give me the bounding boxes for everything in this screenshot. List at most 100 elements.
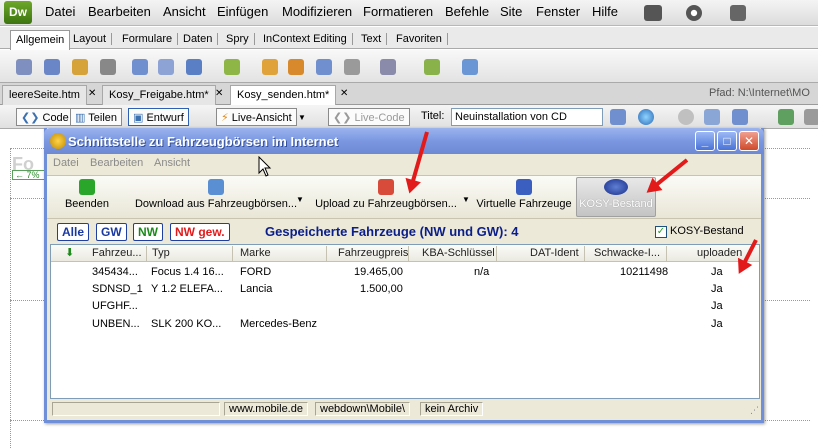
cell-typ[interactable]: Y 1.2 ELEFA... <box>151 283 223 295</box>
arrow-down-icon[interactable]: ⬇ <box>65 246 74 259</box>
cell-marke[interactable]: Lancia <box>240 283 272 295</box>
tab-allgemein[interactable]: Allgemein <box>10 30 71 50</box>
cell-preis[interactable]: 19.465,00 <box>354 266 403 278</box>
tab-daten[interactable]: Daten <box>178 33 219 45</box>
cell-kba[interactable]: n/a <box>474 266 489 278</box>
upload-button[interactable]: Upload zu Fahrzeugbörsen... <box>310 179 462 217</box>
refresh-icon[interactable] <box>678 109 694 125</box>
maximize-button[interactable]: □ <box>717 131 737 151</box>
tab-incontext-editing[interactable]: InContext Editing <box>258 33 353 45</box>
close-button[interactable]: ✕ <box>739 131 759 151</box>
globe-icon[interactable] <box>638 109 654 125</box>
chevron-down-icon[interactable]: ▼ <box>296 195 304 204</box>
tab-kosy-freigabe[interactable]: Kosy_Freigabe.htm* <box>102 85 216 105</box>
col-fahrzeugpreis[interactable]: Fahrzeugpreis <box>338 247 408 259</box>
col-fahrzeug[interactable]: Fahrzeu... <box>92 247 142 259</box>
download-button[interactable]: Download aus Fahrzeugbörsen... <box>126 179 306 217</box>
beenden-button[interactable]: Beenden <box>60 179 114 217</box>
tab-layout[interactable]: Layout <box>68 33 113 45</box>
menu-fenster[interactable]: Fenster <box>536 4 580 19</box>
cell-typ[interactable]: SLK 200 KO... <box>151 318 221 330</box>
tab-spry[interactable]: Spry <box>221 33 255 45</box>
cell-uploaden[interactable]: Ja <box>711 283 723 295</box>
split-view-button[interactable]: ▥ Teilen <box>70 108 123 126</box>
design-view-button[interactable]: ▣ Entwurf <box>128 108 189 126</box>
menu-ansicht[interactable]: Ansicht <box>163 4 206 19</box>
cell-marke[interactable]: FORD <box>240 266 271 278</box>
browser-compat-icon[interactable] <box>804 109 818 125</box>
dialog-menu-ansicht[interactable]: Ansicht <box>154 157 190 169</box>
dialog-menu-datei[interactable]: Datei <box>53 157 79 169</box>
cell-fahrzeug[interactable]: 345434... <box>92 266 138 278</box>
close-icon[interactable]: ✕ <box>215 88 223 99</box>
filter-alle-button[interactable]: Alle <box>57 223 90 241</box>
resize-grip-icon[interactable]: ⋰ <box>750 405 759 416</box>
file-management-icon[interactable] <box>610 109 626 125</box>
div-tag-icon[interactable] <box>158 59 174 75</box>
col-schwacke[interactable]: Schwacke-I... <box>594 247 660 259</box>
close-icon[interactable]: ✕ <box>340 88 348 99</box>
horizontal-rule-icon[interactable] <box>100 59 116 75</box>
validate-icon[interactable] <box>778 109 794 125</box>
head-icon[interactable] <box>344 59 360 75</box>
hyperlink-icon[interactable] <box>16 59 32 75</box>
title-input[interactable]: Neuinstallation von CD <box>451 108 603 126</box>
cell-typ[interactable]: Focus 1.4 16... <box>151 266 224 278</box>
kosy-bestand-checkbox[interactable]: ✓ <box>655 226 667 238</box>
cell-fahrzeug[interactable]: UFGHF... <box>92 300 138 312</box>
tag-chooser-icon[interactable] <box>462 59 478 75</box>
comment-icon[interactable] <box>316 59 332 75</box>
date-icon[interactable] <box>262 59 278 75</box>
close-icon[interactable]: ✕ <box>88 88 96 99</box>
code-view-button[interactable]: ❮❯ Code <box>16 108 74 126</box>
email-link-icon[interactable] <box>44 59 60 75</box>
server-include-icon[interactable] <box>288 59 304 75</box>
templates-icon[interactable] <box>424 59 440 75</box>
cell-uploaden[interactable]: Ja <box>711 318 723 330</box>
image-icon[interactable] <box>186 59 202 75</box>
live-code-button[interactable]: ❮❯ Live-Code <box>328 108 410 126</box>
cell-schwacke[interactable]: 10211498 <box>620 266 668 278</box>
filter-nw-gew-button[interactable]: NW gew. <box>170 223 230 241</box>
col-marke[interactable]: Marke <box>240 247 271 259</box>
named-anchor-icon[interactable] <box>72 59 88 75</box>
cell-fahrzeug[interactable]: UNBEN... <box>92 318 140 330</box>
col-typ[interactable]: Typ <box>152 247 170 259</box>
tab-leere-seite[interactable]: leereSeite.htm <box>2 85 87 105</box>
cell-uploaden[interactable]: Ja <box>711 266 723 278</box>
gear-icon[interactable] <box>686 5 702 21</box>
tab-favoriten[interactable]: Favoriten <box>391 33 448 45</box>
col-uploaden[interactable]: uploaden <box>697 247 742 259</box>
media-icon[interactable] <box>224 59 240 75</box>
live-view-button[interactable]: ⚡ Live-Ansicht <box>216 108 297 126</box>
menu-einfuegen[interactable]: Einfügen <box>217 4 268 19</box>
minimize-button[interactable]: _ <box>695 131 715 151</box>
col-kba-schluessel[interactable]: KBA-Schlüssel <box>422 247 495 259</box>
chevron-down-icon[interactable]: ▼ <box>462 195 470 204</box>
visual-aids-icon[interactable] <box>732 109 748 125</box>
menu-formatieren[interactable]: Formatieren <box>363 4 433 19</box>
tab-formulare[interactable]: Formulare <box>117 33 179 45</box>
menu-modifizieren[interactable]: Modifizieren <box>282 4 352 19</box>
menu-site[interactable]: Site <box>500 4 522 19</box>
script-icon[interactable] <box>380 59 396 75</box>
filter-nw-button[interactable]: NW <box>133 223 163 241</box>
dialog-menu-bearbeiten[interactable]: Bearbeiten <box>90 157 143 169</box>
menu-bearbeiten[interactable]: Bearbeiten <box>88 4 151 19</box>
cell-preis[interactable]: 1.500,00 <box>360 283 403 295</box>
menu-befehle[interactable]: Befehle <box>445 4 489 19</box>
site-manager-icon[interactable] <box>730 5 746 21</box>
chevron-down-icon[interactable]: ▼ <box>298 113 306 122</box>
cell-marke[interactable]: Mercedes-Benz <box>240 318 317 330</box>
col-dat-ident[interactable]: DAT-Ident <box>530 247 579 259</box>
virtuelle-fahrzeuge-button[interactable]: Virtuelle Fahrzeuge <box>476 179 572 217</box>
menu-datei[interactable]: Datei <box>45 4 75 19</box>
menu-hilfe[interactable]: Hilfe <box>592 4 618 19</box>
layout-switcher-icon[interactable] <box>644 5 662 21</box>
cell-fahrzeug[interactable]: SDNSD_1 <box>92 283 143 295</box>
tab-kosy-senden[interactable]: Kosy_senden.htm* <box>230 85 337 105</box>
view-options-icon[interactable] <box>704 109 720 125</box>
filter-gw-button[interactable]: GW <box>96 223 127 241</box>
tab-text[interactable]: Text <box>356 33 388 45</box>
cell-uploaden[interactable]: Ja <box>711 300 723 312</box>
